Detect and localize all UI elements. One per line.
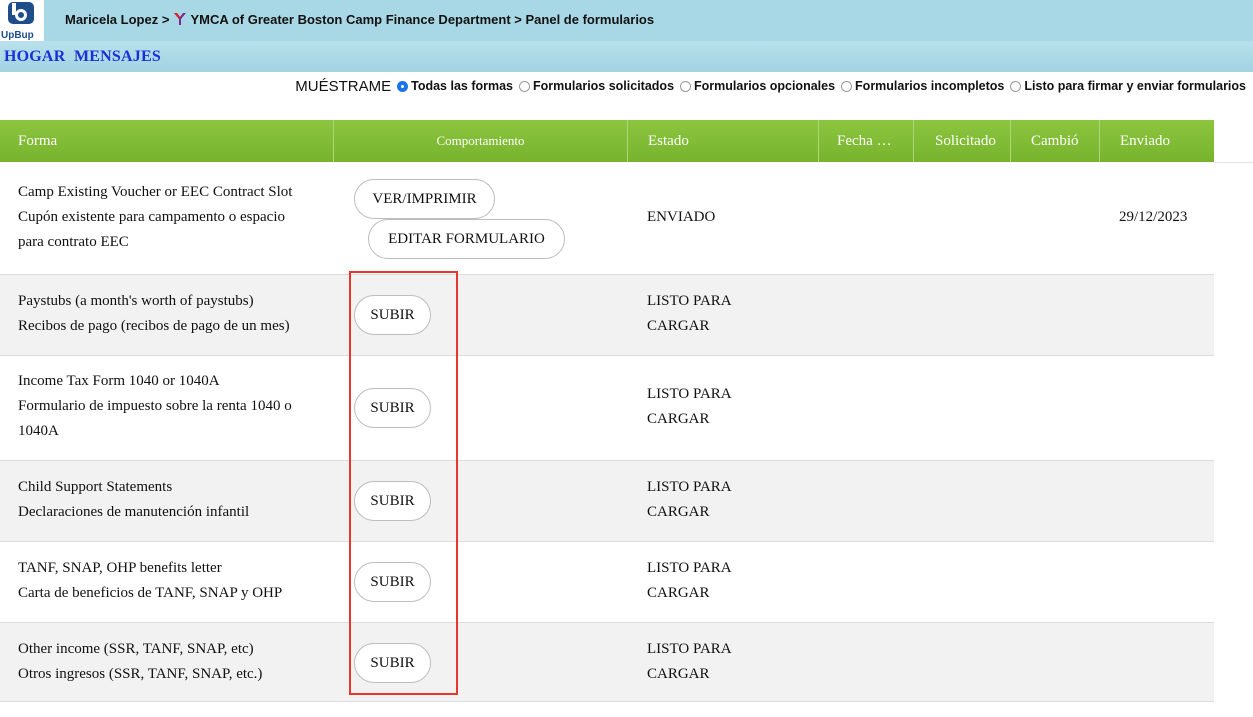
filter-ready-to-sign-forms[interactable]: Listo para firmar y enviar formularios bbox=[1010, 79, 1246, 93]
edit-form-button[interactable]: EDITAR FORMULARIO bbox=[368, 219, 565, 259]
filter-option-label: Todas las formas bbox=[411, 79, 514, 93]
column-header-form[interactable]: Forma bbox=[0, 120, 334, 162]
form-name-line: para contrato EEC bbox=[18, 234, 129, 250]
filter-option-label: Formularios opcionales bbox=[694, 79, 836, 93]
filter-radio-group: MUÉSTRAME Todas las formas Formularios s… bbox=[295, 76, 1246, 96]
status-line: CARGAR bbox=[647, 318, 710, 334]
filter-label: MUÉSTRAME bbox=[295, 77, 392, 95]
form-name-line: Declaraciones de manutención infantil bbox=[18, 504, 250, 520]
form-name: Other income (SSR, TANF, SNAP, etc) Otro… bbox=[18, 637, 323, 687]
status-line: CARGAR bbox=[647, 411, 710, 427]
upload-button[interactable]: SUBIR bbox=[354, 643, 431, 683]
breadcrumb-user[interactable]: Maricela Lopez bbox=[65, 12, 158, 27]
forms-table-header: Forma Comportamiento Estado Fecha … Soli… bbox=[0, 120, 1214, 162]
radio-icon[interactable] bbox=[680, 80, 692, 92]
status-line: LISTO PARA bbox=[647, 293, 732, 309]
form-name-line: Paystubs (a month's worth of paystubs) bbox=[18, 293, 254, 309]
column-header-date[interactable]: Fecha … bbox=[819, 120, 914, 162]
form-name: Paystubs (a month's worth of paystubs) R… bbox=[18, 289, 323, 339]
form-name: TANF, SNAP, OHP benefits letter Carta de… bbox=[18, 556, 323, 606]
status-line: LISTO PARA bbox=[647, 386, 732, 402]
status-text: LISTO PARA CARGAR bbox=[647, 556, 767, 606]
column-header-status[interactable]: Estado bbox=[628, 120, 819, 162]
radio-icon[interactable] bbox=[1010, 80, 1022, 92]
form-name-line: Income Tax Form 1040 or 1040A bbox=[18, 373, 220, 389]
upbup-logo[interactable]: UpBup bbox=[0, 0, 44, 41]
filter-incomplete-forms[interactable]: Formularios incompletos bbox=[841, 79, 1004, 93]
table-row: Income Tax Form 1040 or 1040A Formulario… bbox=[0, 356, 1214, 461]
status-text: LISTO PARA CARGAR bbox=[647, 475, 767, 525]
status-line: LISTO PARA bbox=[647, 641, 732, 657]
table-row: Other income (SSR, TANF, SNAP, etc) Otro… bbox=[0, 623, 1214, 702]
column-header-changed[interactable]: Cambió bbox=[1011, 120, 1100, 162]
breadcrumb-page: Panel de formularios bbox=[525, 12, 655, 27]
form-name-line: TANF, SNAP, OHP benefits letter bbox=[18, 560, 222, 576]
form-name-line: Carta de beneficios de TANF, SNAP y OHP bbox=[18, 585, 283, 601]
filter-requested-forms[interactable]: Formularios solicitados bbox=[519, 79, 674, 93]
ymca-logo-icon bbox=[174, 13, 187, 25]
upload-button[interactable]: SUBIR bbox=[354, 295, 431, 335]
form-name: Child Support Statements Declaraciones d… bbox=[18, 475, 323, 525]
column-header-sent[interactable]: Enviado bbox=[1100, 120, 1214, 162]
status-text: LISTO PARA CARGAR bbox=[647, 637, 767, 687]
column-header-requested[interactable]: Solicitado bbox=[914, 120, 1011, 162]
nav-bar: HOGAR MENSAJES bbox=[0, 41, 1253, 72]
nav-home-link[interactable]: HOGAR bbox=[4, 48, 65, 66]
breadcrumb-organization[interactable]: YMCA of Greater Boston Camp Finance Depa… bbox=[190, 12, 510, 27]
form-name-line: Recibos de pago (recibos de pago de un m… bbox=[18, 318, 290, 334]
table-row: Paystubs (a month's worth of paystubs) R… bbox=[0, 275, 1214, 356]
filter-option-label: Listo para firmar y enviar formularios bbox=[1024, 79, 1246, 93]
form-name-line: Camp Existing Voucher or EEC Contract Sl… bbox=[18, 184, 293, 200]
upload-button[interactable]: SUBIR bbox=[354, 388, 431, 428]
sent-date: 29/12/2023 bbox=[1119, 209, 1188, 225]
upload-button[interactable]: SUBIR bbox=[354, 481, 431, 521]
status-text: LISTO PARA CARGAR bbox=[647, 382, 767, 432]
filter-option-label: Formularios incompletos bbox=[855, 79, 1005, 93]
column-header-actions[interactable]: Comportamiento bbox=[334, 120, 628, 162]
upload-button[interactable]: SUBIR bbox=[354, 562, 431, 602]
breadcrumb-separator: > bbox=[514, 12, 522, 27]
form-name-line: Other income (SSR, TANF, SNAP, etc) bbox=[18, 641, 254, 657]
divider bbox=[1214, 162, 1253, 163]
filter-all-forms[interactable]: Todas las formas bbox=[397, 79, 513, 93]
breadcrumb-separator: > bbox=[161, 12, 170, 27]
form-name-line: Formulario de impuesto sobre la renta 10… bbox=[18, 398, 292, 414]
form-name: Income Tax Form 1040 or 1040A Formulario… bbox=[18, 369, 323, 444]
form-name-line: Otros ingresos (SSR, TANF, SNAP, etc.) bbox=[18, 666, 263, 682]
status-text: ENVIADO bbox=[647, 205, 767, 230]
radio-selected-icon[interactable] bbox=[397, 80, 409, 92]
form-name-line: 1040A bbox=[18, 423, 59, 439]
radio-icon[interactable] bbox=[519, 80, 531, 92]
table-row: TANF, SNAP, OHP benefits letter Carta de… bbox=[0, 542, 1214, 623]
status-text: LISTO PARA CARGAR bbox=[647, 289, 767, 339]
form-name-line: Child Support Statements bbox=[18, 479, 173, 495]
logo-text: UpBup bbox=[1, 30, 34, 41]
filter-option-label: Formularios solicitados bbox=[533, 79, 675, 93]
status-line: CARGAR bbox=[647, 585, 710, 601]
filter-optional-forms[interactable]: Formularios opcionales bbox=[680, 79, 835, 93]
top-header-bar: UpBup Maricela Lopez > YMCA of Greater B… bbox=[0, 0, 1253, 41]
table-row: Camp Existing Voucher or EEC Contract Sl… bbox=[0, 163, 1214, 275]
status-line: LISTO PARA bbox=[647, 560, 732, 576]
status-line: CARGAR bbox=[647, 666, 710, 682]
form-name-line: Cupón existente para campamento o espaci… bbox=[18, 209, 285, 225]
breadcrumb: Maricela Lopez > YMCA of Greater Boston … bbox=[65, 12, 654, 27]
status-line: CARGAR bbox=[647, 504, 710, 520]
view-print-button[interactable]: VER/IMPRIMIR bbox=[354, 179, 495, 219]
radio-icon[interactable] bbox=[841, 80, 853, 92]
table-row: Child Support Statements Declaraciones d… bbox=[0, 461, 1214, 542]
nav-messages-link[interactable]: MENSAJES bbox=[74, 48, 161, 66]
status-line: ENVIADO bbox=[647, 209, 716, 225]
form-name: Camp Existing Voucher or EEC Contract Sl… bbox=[18, 180, 323, 255]
status-line: LISTO PARA bbox=[647, 479, 732, 495]
